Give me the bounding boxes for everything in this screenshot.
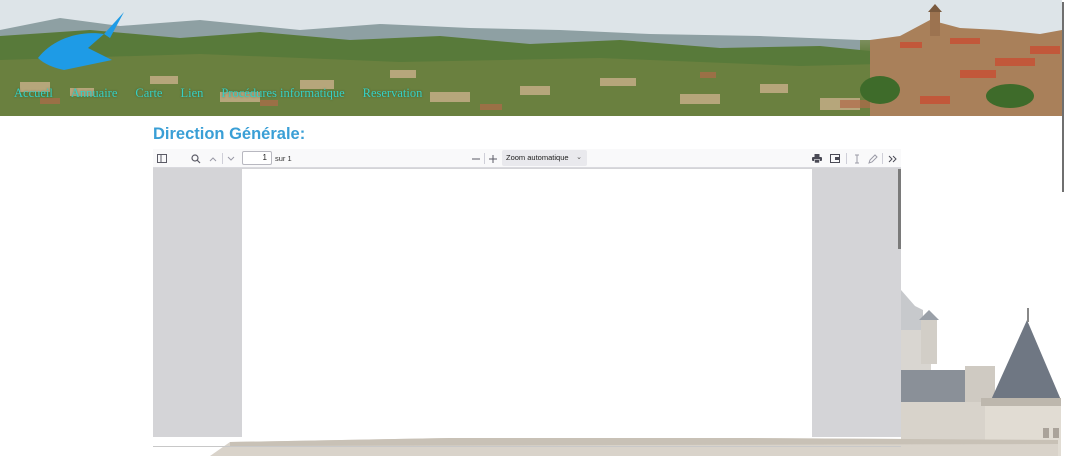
toolbar-separator [882, 153, 883, 164]
pdf-viewer-scrollbar[interactable] [898, 169, 901, 249]
page-number-input[interactable]: 1 [242, 151, 272, 165]
zoom-out-button[interactable] [470, 149, 482, 168]
nav-link-procedures-informatique[interactable]: Procédures informatique [221, 86, 344, 101]
page-scrollbar[interactable] [1062, 0, 1067, 466]
pdf-viewer: 1 sur 1 Zoom automatique ⌄ [153, 149, 901, 437]
page-scrollbar-thumb[interactable] [1062, 2, 1064, 192]
draw-icon [868, 153, 878, 164]
page-count-label: sur 1 [275, 154, 292, 163]
zoom-select[interactable]: Zoom automatique ⌄ [502, 150, 587, 166]
nav-link-carte[interactable]: Carte [135, 86, 162, 101]
pdf-page-canvas[interactable] [242, 169, 812, 437]
nav-link-accueil[interactable]: Accueil [14, 86, 53, 101]
nav-link-lien[interactable]: Lien [180, 86, 203, 101]
pdf-toolbar: 1 sur 1 Zoom automatique ⌄ [153, 149, 901, 168]
next-page-button[interactable] [225, 149, 237, 168]
draw-tool-button[interactable] [866, 149, 880, 168]
print-icon [812, 154, 822, 163]
save-icon [830, 154, 840, 163]
header-banner: Accueil Annuaire Carte Lien Procédures i… [0, 0, 1062, 116]
find-button[interactable] [189, 149, 203, 168]
save-button[interactable] [828, 149, 842, 168]
main-nav: Accueil Annuaire Carte Lien Procédures i… [14, 86, 422, 101]
search-icon [191, 153, 201, 163]
nav-link-reservation[interactable]: Reservation [363, 86, 423, 101]
text-cursor-icon [855, 154, 859, 163]
toolbar-separator [222, 153, 223, 164]
text-tool-button[interactable] [850, 149, 864, 168]
toolbar-separator [846, 153, 847, 164]
chevron-up-icon [209, 156, 217, 161]
nav-link-annuaire[interactable]: Annuaire [71, 86, 118, 101]
zoom-in-icon [489, 154, 497, 163]
zoom-in-button[interactable] [487, 149, 499, 168]
divider [153, 446, 901, 447]
zoom-select-value: Zoom automatique [506, 153, 569, 162]
previous-page-button[interactable] [207, 149, 219, 168]
more-tools-icon [888, 155, 897, 162]
chevron-down-icon: ⌄ [576, 154, 582, 161]
toolbar-separator [484, 153, 485, 164]
chevron-down-icon [227, 156, 235, 161]
sidebar-toggle-button[interactable] [153, 149, 171, 168]
sidebar-toggle-icon [157, 154, 167, 163]
more-tools-button[interactable] [885, 149, 899, 168]
zoom-out-icon [472, 158, 480, 159]
print-button[interactable] [810, 149, 824, 168]
castle-background-image [901, 290, 1061, 456]
page-title: Direction Générale: [153, 125, 306, 143]
